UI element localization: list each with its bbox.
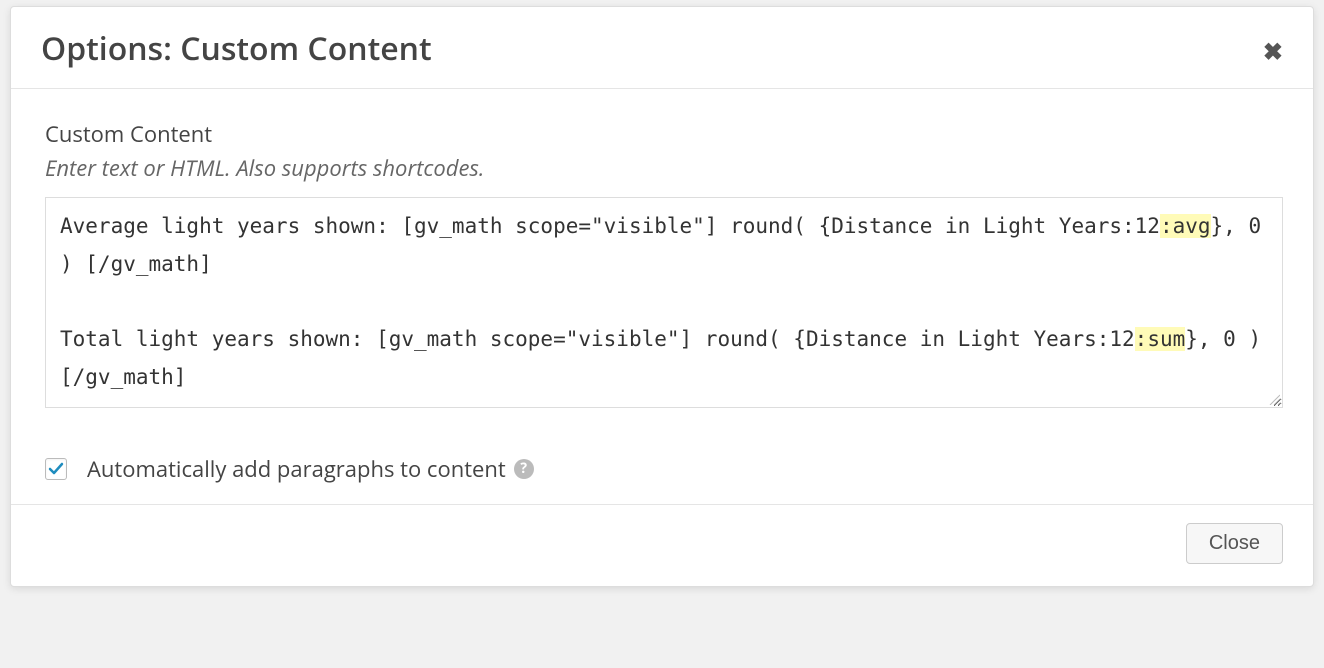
- text-segment: Average light years shown: [gv_math scop…: [60, 214, 1160, 238]
- modal-footer: Close: [11, 504, 1313, 586]
- modal-title: Options: Custom Content: [41, 27, 1283, 70]
- modal-body: Custom Content Enter text or HTML. Also …: [11, 89, 1313, 504]
- highlight-sum: :sum: [1135, 327, 1186, 351]
- close-icon[interactable]: ✖: [1263, 35, 1283, 68]
- auto-paragraph-checkbox[interactable]: [45, 458, 67, 480]
- help-icon[interactable]: ?: [514, 459, 534, 479]
- modal-header: Options: Custom Content ✖: [11, 7, 1313, 89]
- auto-paragraph-row: Automatically add paragraphs to content …: [45, 454, 1283, 484]
- auto-paragraph-label-text: Automatically add paragraphs to content: [87, 454, 506, 484]
- text-segment: Total light years shown: [gv_math scope=…: [60, 327, 1135, 351]
- custom-content-description: Enter text or HTML. Also supports shortc…: [45, 153, 1283, 183]
- custom-content-label: Custom Content: [45, 119, 1283, 149]
- resize-grip-icon[interactable]: [1268, 393, 1280, 405]
- auto-paragraph-label[interactable]: Automatically add paragraphs to content …: [87, 454, 534, 484]
- checkmark-icon: [48, 461, 64, 477]
- custom-content-textarea[interactable]: Average light years shown: [gv_math scop…: [45, 197, 1283, 408]
- close-button[interactable]: Close: [1186, 523, 1283, 564]
- options-custom-content-modal: Options: Custom Content ✖ Custom Content…: [10, 6, 1314, 587]
- highlight-avg: :avg: [1160, 214, 1211, 238]
- textarea-content: Average light years shown: [gv_math scop…: [60, 208, 1268, 397]
